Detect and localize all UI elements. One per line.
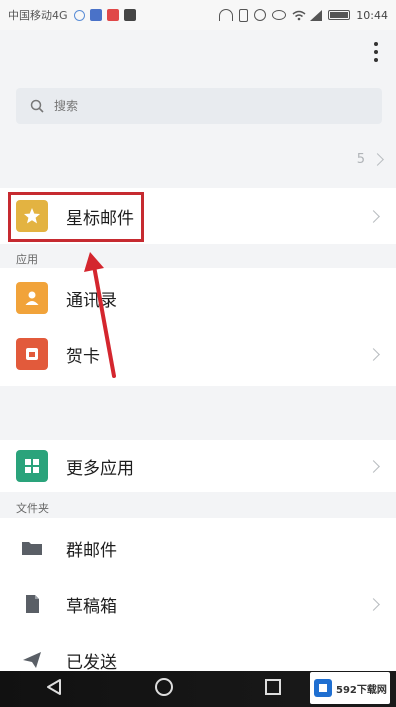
app-item-more-apps[interactable]: 更多应用 — [0, 440, 396, 492]
folder-item-label: 群邮件 — [66, 540, 117, 561]
headphone-icon — [219, 9, 234, 21]
eye-icon — [272, 10, 287, 20]
unread-count-row[interactable]: 5 — [356, 152, 384, 167]
chevron-right-icon — [371, 153, 384, 166]
home-icon[interactable] — [153, 676, 175, 702]
signal-icon — [310, 9, 323, 21]
chevron-right-icon — [367, 347, 380, 361]
search-input[interactable] — [52, 98, 356, 114]
app-notification-icon — [123, 9, 136, 21]
app-notification-icon — [89, 9, 102, 21]
site-watermark: 592下载网 — [310, 672, 390, 704]
sync-icon — [73, 9, 85, 21]
folder-icon — [16, 532, 48, 564]
chevron-right-icon — [367, 459, 380, 473]
more-apps-icon — [16, 450, 48, 482]
folder-item-group-mail[interactable]: 群邮件 — [0, 522, 396, 574]
unread-count: 5 — [356, 152, 365, 167]
clock: 10:44 — [356, 8, 388, 22]
watermark-logo-icon — [314, 679, 332, 697]
carrier-label: 中国移动4G — [8, 9, 68, 22]
contacts-icon — [16, 282, 48, 314]
app-item-label: 更多应用 — [66, 458, 134, 479]
annotation-arrow — [84, 252, 116, 378]
search-icon — [30, 99, 44, 113]
recents-icon[interactable] — [264, 678, 282, 700]
vibrate-icon — [239, 8, 249, 22]
draft-icon — [16, 588, 48, 620]
alarm-icon — [254, 9, 267, 21]
folder-item-label: 草稿箱 — [66, 596, 117, 617]
section-label-apps: 应用 — [16, 253, 38, 266]
search-bar[interactable] — [16, 88, 382, 124]
section-label-folders: 文件夹 — [16, 502, 49, 515]
battery-icon — [328, 10, 351, 20]
watermark-text: 592下载网 — [336, 684, 387, 696]
greeting-card-icon — [16, 338, 48, 370]
status-bar: 中国移动4G 10:44 — [0, 0, 396, 30]
app-item-contacts[interactable]: 通讯录 — [0, 272, 396, 324]
wifi-icon — [292, 10, 306, 21]
folder-item-drafts[interactable]: 草稿箱 — [0, 578, 396, 630]
more-options-icon[interactable] — [372, 42, 380, 62]
back-icon[interactable] — [44, 677, 64, 701]
chevron-right-icon — [367, 209, 380, 223]
folder-item-label: 已发送 — [66, 652, 117, 673]
app-notification-icon — [106, 9, 119, 21]
chevron-right-icon — [367, 597, 380, 611]
app-item-greeting-card[interactable]: 贺卡 — [0, 328, 396, 380]
highlight-annotation-box — [8, 192, 144, 242]
